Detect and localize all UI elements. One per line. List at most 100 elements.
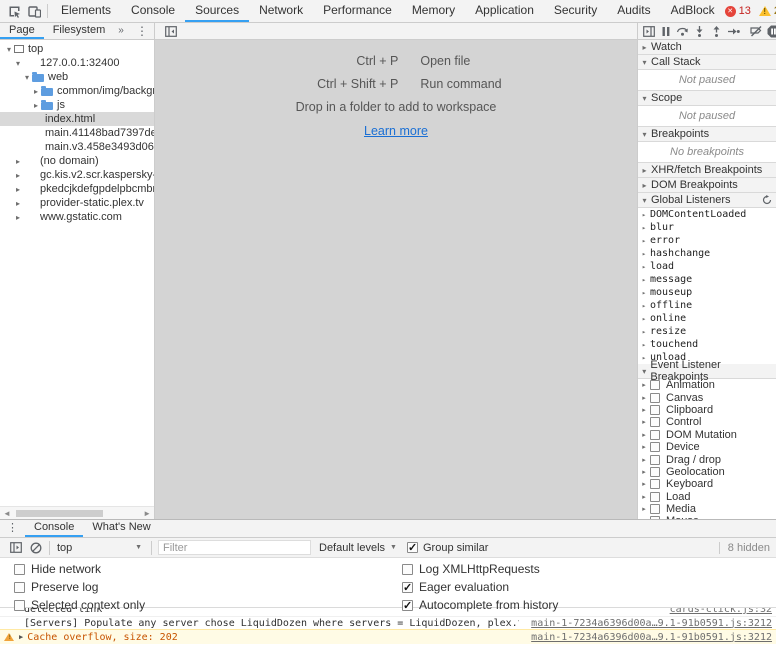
group-similar-checkbox[interactable] [406, 541, 418, 554]
section-xhr-breakpoints[interactable]: ▸ XHR/fetch Breakpoints [638, 163, 776, 178]
tree-arrow-icon[interactable]: ▸ [638, 315, 650, 323]
navigator-tab[interactable]: Filesystem [44, 23, 115, 39]
console-setting[interactable]: Eager evaluation [402, 580, 558, 594]
tree-arrow-icon[interactable]: ▸ [638, 289, 650, 297]
tree-arrow-icon[interactable]: ▸ [638, 237, 650, 245]
event-category-row[interactable]: ▸ Control [638, 416, 776, 428]
error-badge-icon[interactable]: ✕ [724, 5, 736, 17]
drawer-tab[interactable]: Console [25, 520, 84, 537]
tree-arrow-icon[interactable]: ▸ [638, 394, 650, 402]
tree-arrow-icon[interactable]: ▸ [638, 328, 650, 336]
tree-arrow-icon[interactable]: ▸ [13, 171, 23, 180]
global-listener-row[interactable]: ▸ load [638, 260, 776, 273]
clear-console-icon[interactable] [26, 539, 46, 557]
global-listener-row[interactable]: ▸ mouseup [638, 286, 776, 299]
console-sidebar-toggle-icon[interactable] [6, 539, 26, 557]
event-category-checkbox[interactable] [650, 404, 660, 415]
setting-checkbox[interactable] [402, 563, 413, 575]
event-category-checkbox[interactable] [650, 454, 660, 465]
tree-arrow-icon[interactable]: ▸ [31, 101, 41, 110]
global-listener-row[interactable]: ▸ blur [638, 221, 776, 234]
tree-arrow-icon[interactable]: ▸ [638, 302, 650, 310]
file-tree-row[interactable]: ▾ web [0, 70, 154, 84]
event-category-checkbox[interactable] [650, 380, 660, 391]
setting-checkbox[interactable] [14, 599, 25, 611]
step-over-button[interactable] [675, 24, 690, 39]
message-source-link[interactable]: cards-click.js:32 [658, 608, 772, 615]
tree-arrow-icon[interactable]: ▸ [638, 468, 650, 476]
scroll-right-icon[interactable]: ► [143, 509, 151, 518]
panel-tab[interactable]: Performance [313, 0, 402, 22]
global-listener-row[interactable]: ▸ online [638, 312, 776, 325]
tree-arrow-icon[interactable]: ▸ [638, 224, 650, 232]
event-category-checkbox[interactable] [650, 516, 660, 519]
tree-arrow-icon[interactable]: ▸ [31, 87, 41, 96]
event-category-row[interactable]: ▸ Drag / drop [638, 453, 776, 466]
section-watch[interactable]: ▸ Watch [638, 40, 776, 55]
event-category-checkbox[interactable] [650, 417, 660, 428]
inspect-element-icon[interactable] [4, 2, 24, 20]
tree-arrow-icon[interactable]: ▸ [638, 493, 650, 501]
section-dom-breakpoints[interactable]: ▸ DOM Breakpoints [638, 178, 776, 193]
file-tree-row[interactable]: main.v3.458e3493d066685ab [0, 140, 154, 154]
tree-arrow-icon[interactable]: ▸ [638, 431, 650, 439]
navigator-tab[interactable]: Page [0, 23, 44, 39]
device-toolbar-icon[interactable] [24, 2, 44, 20]
tree-arrow-icon[interactable]: ▸ [638, 456, 650, 464]
file-tree-row[interactable]: ▸ gc.kis.v2.scr.kaspersky-labs.com [0, 168, 154, 182]
tree-arrow-icon[interactable]: ▸ [13, 157, 23, 166]
section-call-stack[interactable]: ▾ Call Stack [638, 55, 776, 70]
file-tree-row[interactable]: ▸ provider-static.plex.tv [0, 196, 154, 210]
event-category-checkbox[interactable] [650, 466, 660, 477]
global-listener-row[interactable]: ▸ DOMContentLoaded [638, 208, 776, 221]
event-category-row[interactable]: ▸ Load [638, 491, 776, 503]
panel-tab[interactable]: Network [249, 0, 313, 22]
hide-navigator-icon[interactable] [161, 22, 181, 40]
file-tree-row[interactable]: index.html [0, 112, 154, 126]
global-listener-row[interactable]: ▸ message [638, 273, 776, 286]
message-source-link[interactable]: main-1-7234a6396d00a…9.1-91b0591.js:3212 [519, 632, 772, 643]
more-tabs-chevron-icon[interactable]: » [114, 23, 128, 39]
event-category-checkbox[interactable] [650, 429, 660, 440]
setting-checkbox[interactable] [402, 581, 413, 594]
file-tree-row[interactable]: ▸ common/img/backgrounds [0, 84, 154, 98]
file-tree-row[interactable]: ▸ www.gstatic.com [0, 210, 154, 224]
file-tree-row[interactable]: ▸ js [0, 98, 154, 112]
tree-arrow-icon[interactable]: ▸ [638, 418, 650, 426]
error-count[interactable]: 13 [739, 5, 751, 17]
event-category-row[interactable]: ▸ Media [638, 503, 776, 515]
tree-arrow-icon[interactable]: ▸ [638, 211, 650, 219]
tree-arrow-icon[interactable]: ▸ [638, 263, 650, 271]
section-breakpoints[interactable]: ▾ Breakpoints [638, 127, 776, 142]
event-category-row[interactable]: ▸ DOM Mutation [638, 429, 776, 441]
navigator-kebab-icon[interactable]: ⋮ [130, 23, 154, 39]
event-category-row[interactable]: ▸ Geolocation [638, 466, 776, 478]
scroll-left-icon[interactable]: ◄ [3, 509, 11, 518]
global-listener-row[interactable]: ▸ offline [638, 299, 776, 312]
step-button[interactable] [726, 24, 741, 39]
scrollbar-thumb[interactable] [16, 510, 103, 517]
file-tree-row[interactable]: ▾ 127.0.0.1:32400 [0, 56, 154, 70]
event-category-row[interactable]: ▸ Animation [638, 379, 776, 391]
tree-arrow-icon[interactable]: ▸ [13, 199, 23, 208]
event-category-row[interactable]: ▸ Keyboard [638, 478, 776, 490]
tree-arrow-icon[interactable]: ▸ [638, 406, 650, 414]
panel-tab[interactable]: Elements [51, 0, 121, 22]
message-source-link[interactable]: main-1-7234a6396d00a…9.1-91b0591.js:3212 [519, 618, 772, 629]
event-category-checkbox[interactable] [650, 392, 660, 403]
pause-script-button[interactable] [658, 24, 673, 39]
panel-tab[interactable]: Console [121, 0, 185, 22]
panel-tab[interactable]: AdBlock [661, 0, 725, 22]
event-category-row[interactable]: ▸ Canvas [638, 391, 776, 404]
drawer-kebab-icon[interactable]: ⋮ [0, 520, 25, 537]
tree-arrow-icon[interactable]: ▸ [638, 276, 650, 284]
step-into-button[interactable] [692, 24, 707, 39]
global-listener-row[interactable]: ▸ error [638, 234, 776, 247]
event-category-checkbox[interactable] [650, 491, 660, 502]
log-levels-select[interactable]: Default levels ▼ [319, 542, 397, 554]
pause-on-exceptions-button[interactable] [766, 24, 776, 39]
tree-arrow-icon[interactable]: ▸ [638, 443, 650, 451]
tree-arrow-icon[interactable]: ▸ [638, 381, 650, 389]
panel-tab[interactable]: Security [544, 0, 607, 22]
tree-arrow-icon[interactable]: ▸ [638, 354, 650, 362]
